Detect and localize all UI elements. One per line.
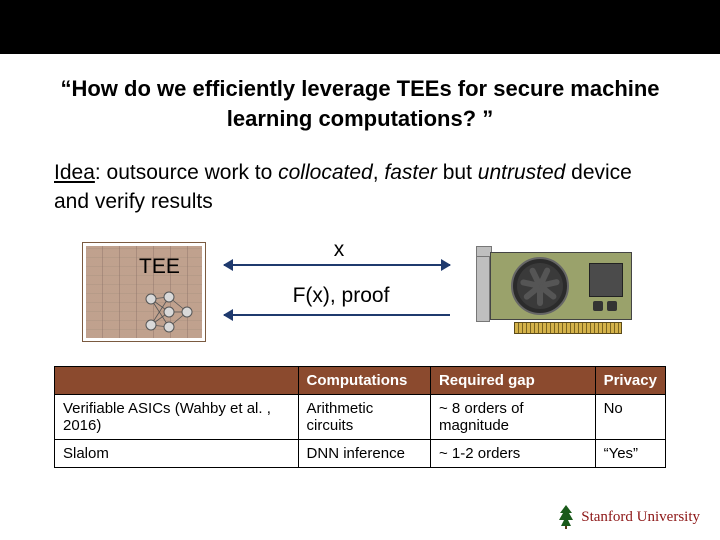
arrow-label-x: x [319,238,359,262]
tee-box: TEE [82,242,206,342]
neural-net-icon [141,289,197,335]
idea-italic-1: collocated [278,161,373,184]
table-header-row: Computations Required gap Privacy [55,367,666,395]
stanford-logo: Stanford University [557,504,700,530]
cell: Arithmetic circuits [298,395,430,440]
slide-content: “How do we efficiently leverage TEEs for… [0,74,720,468]
cell: “Yes” [595,440,665,468]
cell: ~ 8 orders of magnitude [430,395,595,440]
idea-italic-3: untrusted [478,161,566,184]
arrow-bidirectional [224,264,450,266]
idea-text: Idea: outsource work to collocated, fast… [54,159,666,216]
table-row: Slalom DNN inference ~ 1-2 orders “Yes” [55,440,666,468]
idea-label: Idea [54,161,95,184]
slide-title: “How do we efficiently leverage TEEs for… [54,74,666,133]
title-bar-black [0,0,720,54]
tee-label: TEE [139,255,180,279]
comparison-table: Computations Required gap Privacy Verifi… [54,366,666,468]
cell: Slalom [55,440,299,468]
cell: DNN inference [298,440,430,468]
diagram: TEE x F(x), proof [54,236,666,348]
idea-t1: : outsource work to [95,161,278,184]
cell: Verifiable ASICs (Wahby et al. , 2016) [55,395,299,440]
cell: ~ 1-2 orders [430,440,595,468]
tree-icon [557,504,575,530]
th-blank [55,367,299,395]
idea-italic-2: faster [384,161,437,184]
th-required-gap: Required gap [430,367,595,395]
arrow-left [224,314,450,316]
th-privacy: Privacy [595,367,665,395]
idea-t3: but [437,161,478,184]
arrow-label-fx: F(x), proof [266,284,416,308]
table-row: Verifiable ASICs (Wahby et al. , 2016) A… [55,395,666,440]
idea-t2: , [373,161,385,184]
gpu-icon [470,246,636,338]
cell: No [595,395,665,440]
logo-text: Stanford University [581,509,700,526]
th-computations: Computations [298,367,430,395]
